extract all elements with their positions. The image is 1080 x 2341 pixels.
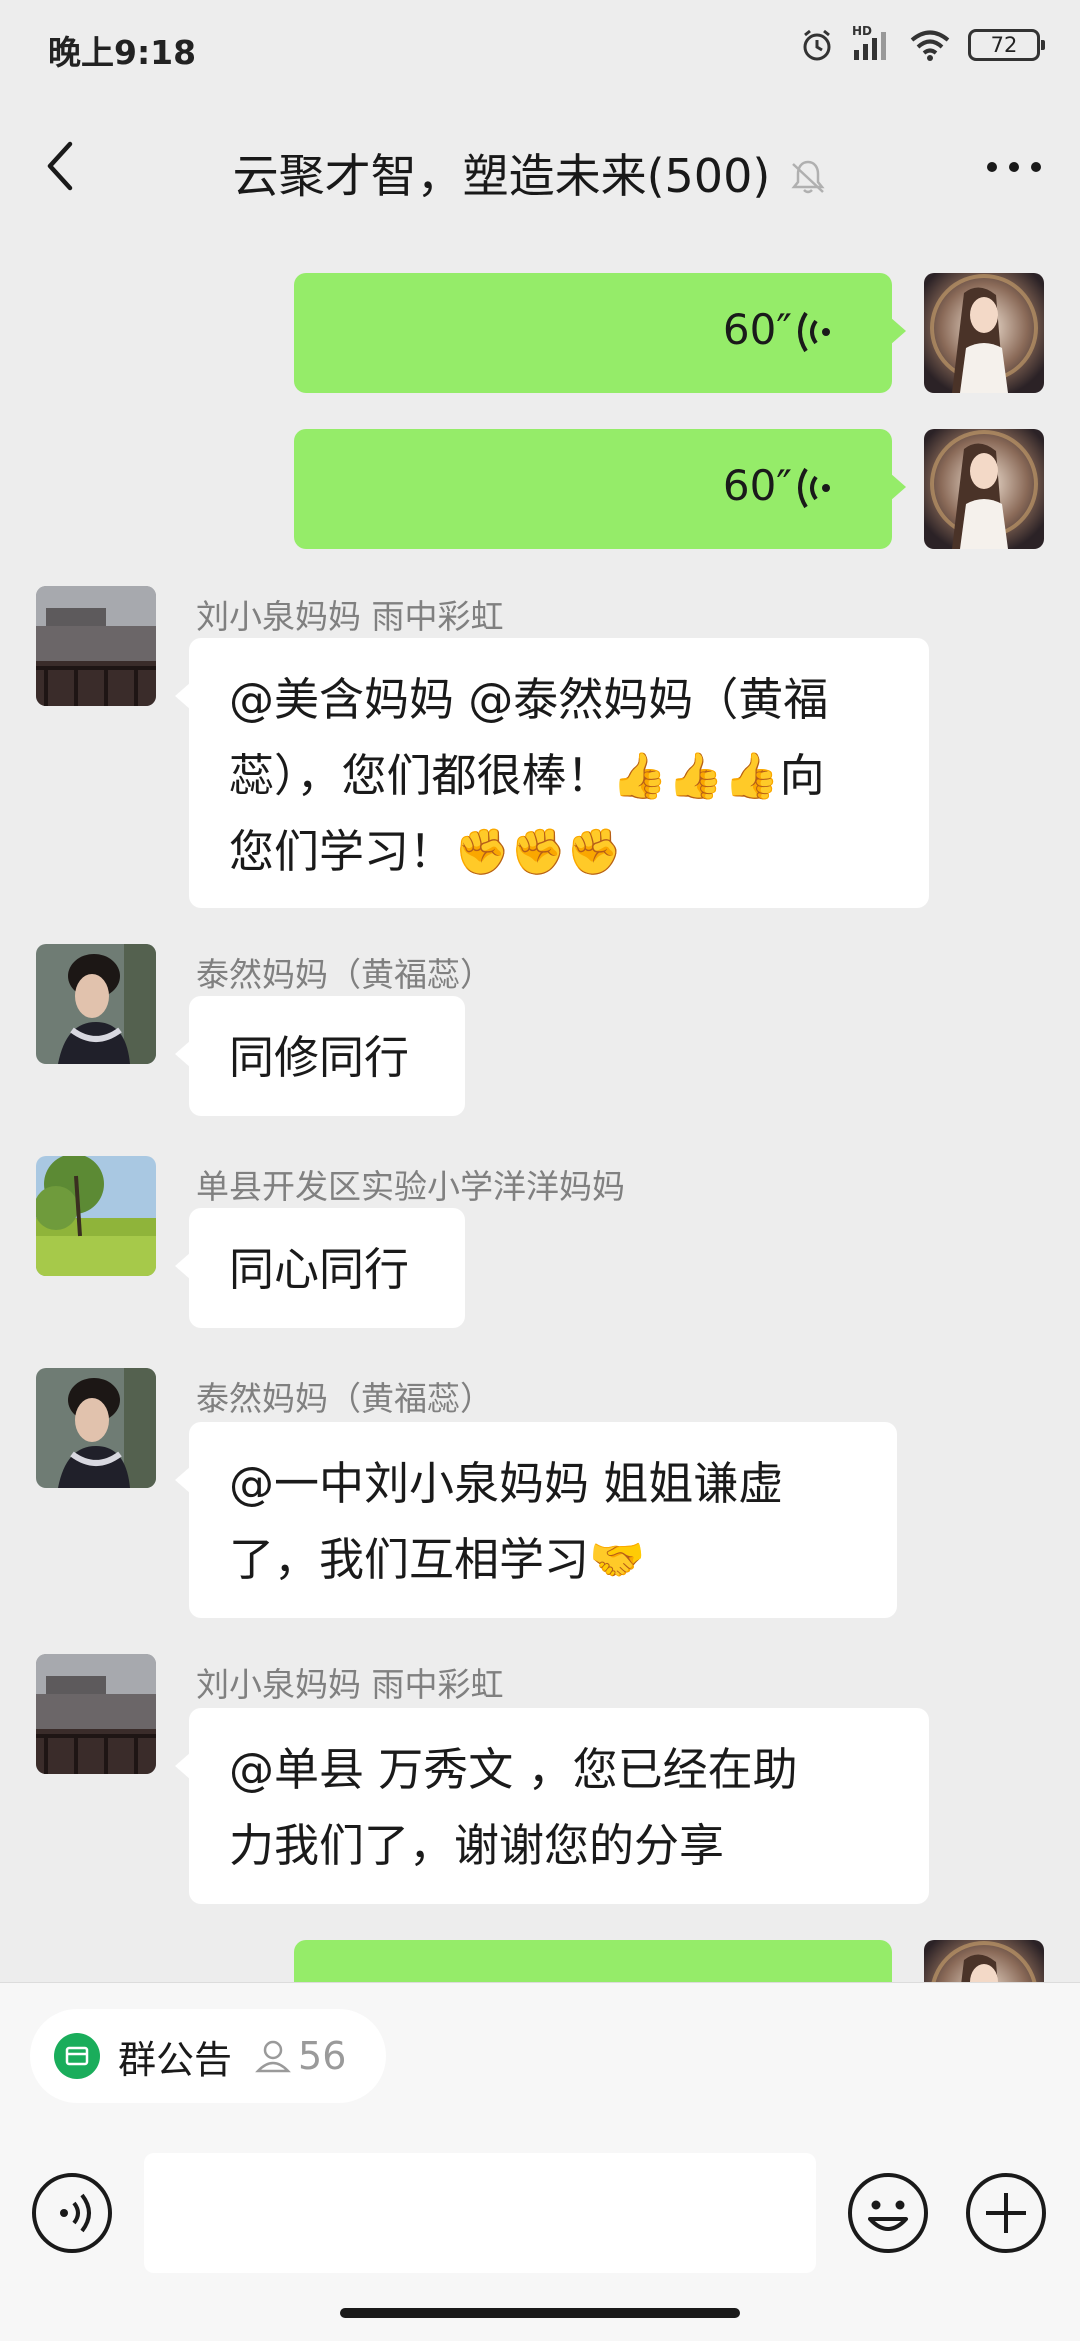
member-count: 56 [298,2034,347,2078]
group-notice-chip[interactable]: 群公告 56 [30,2009,386,2103]
chat-message-list[interactable]: 60″ 60″ 刘小泉妈妈 雨中彩虹 @美含妈妈 @泰然妈妈（黄福 蕊），您们都… [0,242,1080,1982]
voice-wave-icon [798,311,830,353]
input-panel: 群公告 56 [0,1982,1080,2341]
sender-avatar[interactable] [36,1368,156,1488]
voice-input-icon[interactable] [30,2171,114,2255]
person-icon [255,2040,291,2073]
voice-message[interactable] [294,1940,892,1982]
sender-name: 泰然妈妈（黄福蕊） [196,1379,493,1418]
voice-wave-icon [798,467,830,509]
voice-message[interactable]: 60″ [294,273,906,393]
sender-avatar[interactable] [36,1654,156,1774]
chat-title[interactable]: 云聚才智，塑造未来(500) [233,149,771,203]
back-icon[interactable] [36,136,86,196]
message-input[interactable] [144,2153,816,2273]
home-indicator[interactable] [340,2308,740,2318]
sender-name: 泰然妈妈（黄福蕊） [196,955,493,994]
text-message[interactable]: @一中刘小泉妈妈 姐姐谦虚 了，我们互相学习🤝 [175,1422,897,1618]
text-message[interactable]: @美含妈妈 @泰然妈妈（黄福 蕊），您们都很棒！👍👍👍向 您们学习！✊✊✊ [175,638,929,908]
wifi-icon [910,30,950,61]
sender-avatar[interactable] [36,1156,156,1276]
status-bar: 晚上9:18 HD 72 [0,0,1080,96]
text-message[interactable]: 同修同行 [175,996,465,1116]
voice-message[interactable]: 60″ [294,429,906,549]
status-time: 晚上9:18 [48,33,197,72]
text-message[interactable]: @单县 万秀文 ，您已经在助 力我们了，谢谢您的分享 [175,1708,929,1904]
mute-bell-icon [791,160,825,194]
sender-name: 刘小泉妈妈 雨中彩虹 [196,1665,504,1704]
more-icon[interactable] [984,152,1044,182]
my-avatar[interactable] [924,1940,1044,1982]
signal-icon: HD [852,24,892,62]
group-notice-label: 群公告 [118,2037,233,2082]
emoji-icon[interactable] [846,2171,930,2255]
sender-name: 刘小泉妈妈 雨中彩虹 [196,597,504,636]
alarm-icon [803,29,831,61]
plus-icon[interactable] [964,2171,1048,2255]
voice-duration: 60″ [722,461,792,510]
sender-name: 单县开发区实验小学洋洋妈妈 [196,1167,625,1206]
sender-avatar[interactable] [36,944,156,1064]
chat-header: 云聚才智，塑造未来(500) [0,96,1080,242]
my-avatar[interactable] [924,273,1044,393]
sender-avatar[interactable] [36,586,156,706]
voice-duration: 60″ [722,305,792,354]
my-avatar[interactable] [924,429,1044,549]
battery-icon: 72 [968,29,1045,61]
text-message[interactable]: 同心同行 [175,1208,465,1328]
notice-icon [54,2033,100,2079]
